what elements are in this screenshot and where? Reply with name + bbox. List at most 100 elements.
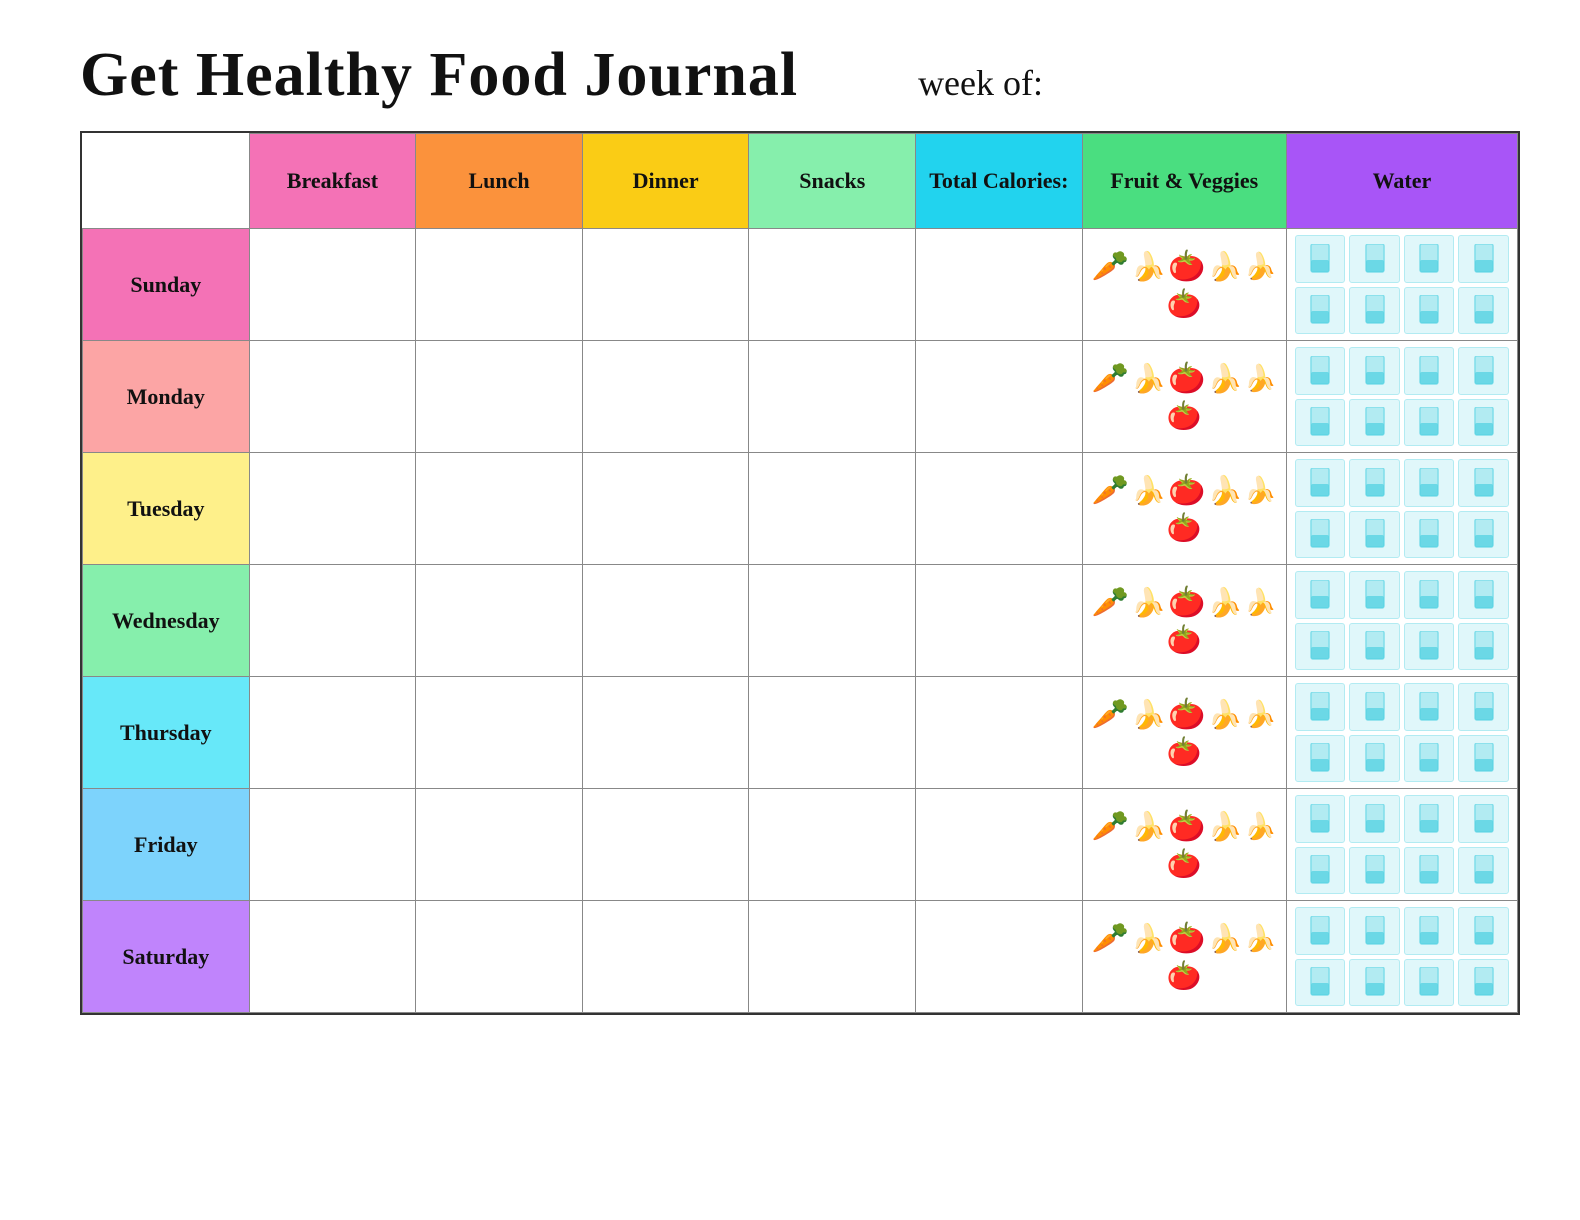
meal-cell[interactable] (749, 789, 916, 901)
water-glass[interactable] (1349, 459, 1400, 507)
meal-cell[interactable] (416, 229, 583, 341)
water-glass[interactable] (1295, 623, 1346, 671)
water-glass[interactable] (1458, 735, 1509, 783)
meal-cell[interactable] (582, 453, 749, 565)
water-glass[interactable] (1349, 795, 1400, 843)
water-glass[interactable] (1349, 511, 1400, 559)
water-glass[interactable] (1458, 795, 1509, 843)
water-glass[interactable] (1404, 511, 1455, 559)
meal-cell[interactable] (582, 901, 749, 1013)
meal-cell[interactable] (249, 901, 416, 1013)
water-glass[interactable] (1458, 235, 1509, 283)
meal-cell[interactable] (416, 453, 583, 565)
water-glass[interactable] (1404, 235, 1455, 283)
water-glass[interactable] (1404, 907, 1455, 955)
water-glass[interactable] (1458, 683, 1509, 731)
water-glass[interactable] (1349, 623, 1400, 671)
banana2-icon: 🍌 (1207, 810, 1242, 844)
meal-cell[interactable] (416, 565, 583, 677)
water-glass[interactable] (1295, 847, 1346, 895)
water-glass[interactable] (1295, 907, 1346, 955)
glass-icon (1473, 855, 1495, 885)
water-glass[interactable] (1458, 571, 1509, 619)
meal-cell[interactable] (416, 341, 583, 453)
meal-cell[interactable] (749, 453, 916, 565)
meal-cell[interactable] (249, 789, 416, 901)
water-glass[interactable] (1458, 287, 1509, 335)
meal-cell[interactable] (749, 901, 916, 1013)
water-glass[interactable] (1458, 511, 1509, 559)
water-glass[interactable] (1295, 287, 1346, 335)
water-glass[interactable] (1349, 347, 1400, 395)
water-glass[interactable] (1349, 907, 1400, 955)
meal-cell[interactable] (749, 341, 916, 453)
water-glass[interactable] (1404, 347, 1455, 395)
water-glass[interactable] (1349, 571, 1400, 619)
week-of-label: week of: (918, 62, 1043, 104)
water-glass[interactable] (1404, 847, 1455, 895)
water-glass[interactable] (1458, 347, 1509, 395)
meal-cell[interactable] (249, 341, 416, 453)
meal-cell[interactable] (916, 565, 1083, 677)
water-glass[interactable] (1458, 959, 1509, 1007)
meal-cell[interactable] (249, 677, 416, 789)
water-glass[interactable] (1349, 235, 1400, 283)
water-glass[interactable] (1458, 907, 1509, 955)
water-glass[interactable] (1404, 571, 1455, 619)
meal-cell[interactable] (249, 453, 416, 565)
water-glass[interactable] (1404, 959, 1455, 1007)
water-glass[interactable] (1458, 399, 1509, 447)
meal-cell[interactable] (582, 789, 749, 901)
meal-cell[interactable] (582, 677, 749, 789)
meal-cell[interactable] (416, 677, 583, 789)
water-glass[interactable] (1349, 287, 1400, 335)
water-glass[interactable] (1404, 683, 1455, 731)
water-glass[interactable] (1404, 399, 1455, 447)
water-glass[interactable] (1295, 459, 1346, 507)
meal-cell[interactable] (916, 341, 1083, 453)
meal-cell[interactable] (916, 901, 1083, 1013)
glass-icon (1364, 743, 1386, 773)
meal-cell[interactable] (416, 789, 583, 901)
water-glass[interactable] (1404, 795, 1455, 843)
water-glass[interactable] (1349, 399, 1400, 447)
water-glass[interactable] (1295, 795, 1346, 843)
meal-cell[interactable] (749, 229, 916, 341)
water-glass[interactable] (1295, 347, 1346, 395)
water-glass[interactable] (1458, 847, 1509, 895)
water-glass[interactable] (1404, 735, 1455, 783)
water-glass[interactable] (1349, 959, 1400, 1007)
meal-cell[interactable] (916, 229, 1083, 341)
glass-icon (1473, 804, 1495, 834)
water-glass[interactable] (1349, 683, 1400, 731)
glass-icon (1364, 295, 1386, 325)
meal-cell[interactable] (749, 565, 916, 677)
water-glass[interactable] (1295, 399, 1346, 447)
meal-cell[interactable] (916, 453, 1083, 565)
water-glass[interactable] (1295, 735, 1346, 783)
fv-cell-tuesday: 🥕 🍌 🍅 🍌 🍌 🍅 (1082, 453, 1286, 565)
meal-cell[interactable] (916, 789, 1083, 901)
meal-cell[interactable] (916, 677, 1083, 789)
meal-cell[interactable] (416, 901, 583, 1013)
water-glass[interactable] (1404, 623, 1455, 671)
meal-cell[interactable] (749, 677, 916, 789)
water-glass[interactable] (1349, 847, 1400, 895)
water-glass[interactable] (1295, 235, 1346, 283)
water-glass[interactable] (1295, 511, 1346, 559)
meal-cell[interactable] (582, 565, 749, 677)
meal-cell[interactable] (582, 341, 749, 453)
water-glass[interactable] (1295, 959, 1346, 1007)
water-glass[interactable] (1458, 623, 1509, 671)
water-cell-sunday (1286, 229, 1517, 341)
water-glass[interactable] (1404, 287, 1455, 335)
meal-cell[interactable] (249, 565, 416, 677)
water-glass[interactable] (1295, 571, 1346, 619)
glass-icon (1309, 580, 1331, 610)
water-glass[interactable] (1404, 459, 1455, 507)
meal-cell[interactable] (582, 229, 749, 341)
water-glass[interactable] (1349, 735, 1400, 783)
meal-cell[interactable] (249, 229, 416, 341)
water-glass[interactable] (1458, 459, 1509, 507)
water-glass[interactable] (1295, 683, 1346, 731)
